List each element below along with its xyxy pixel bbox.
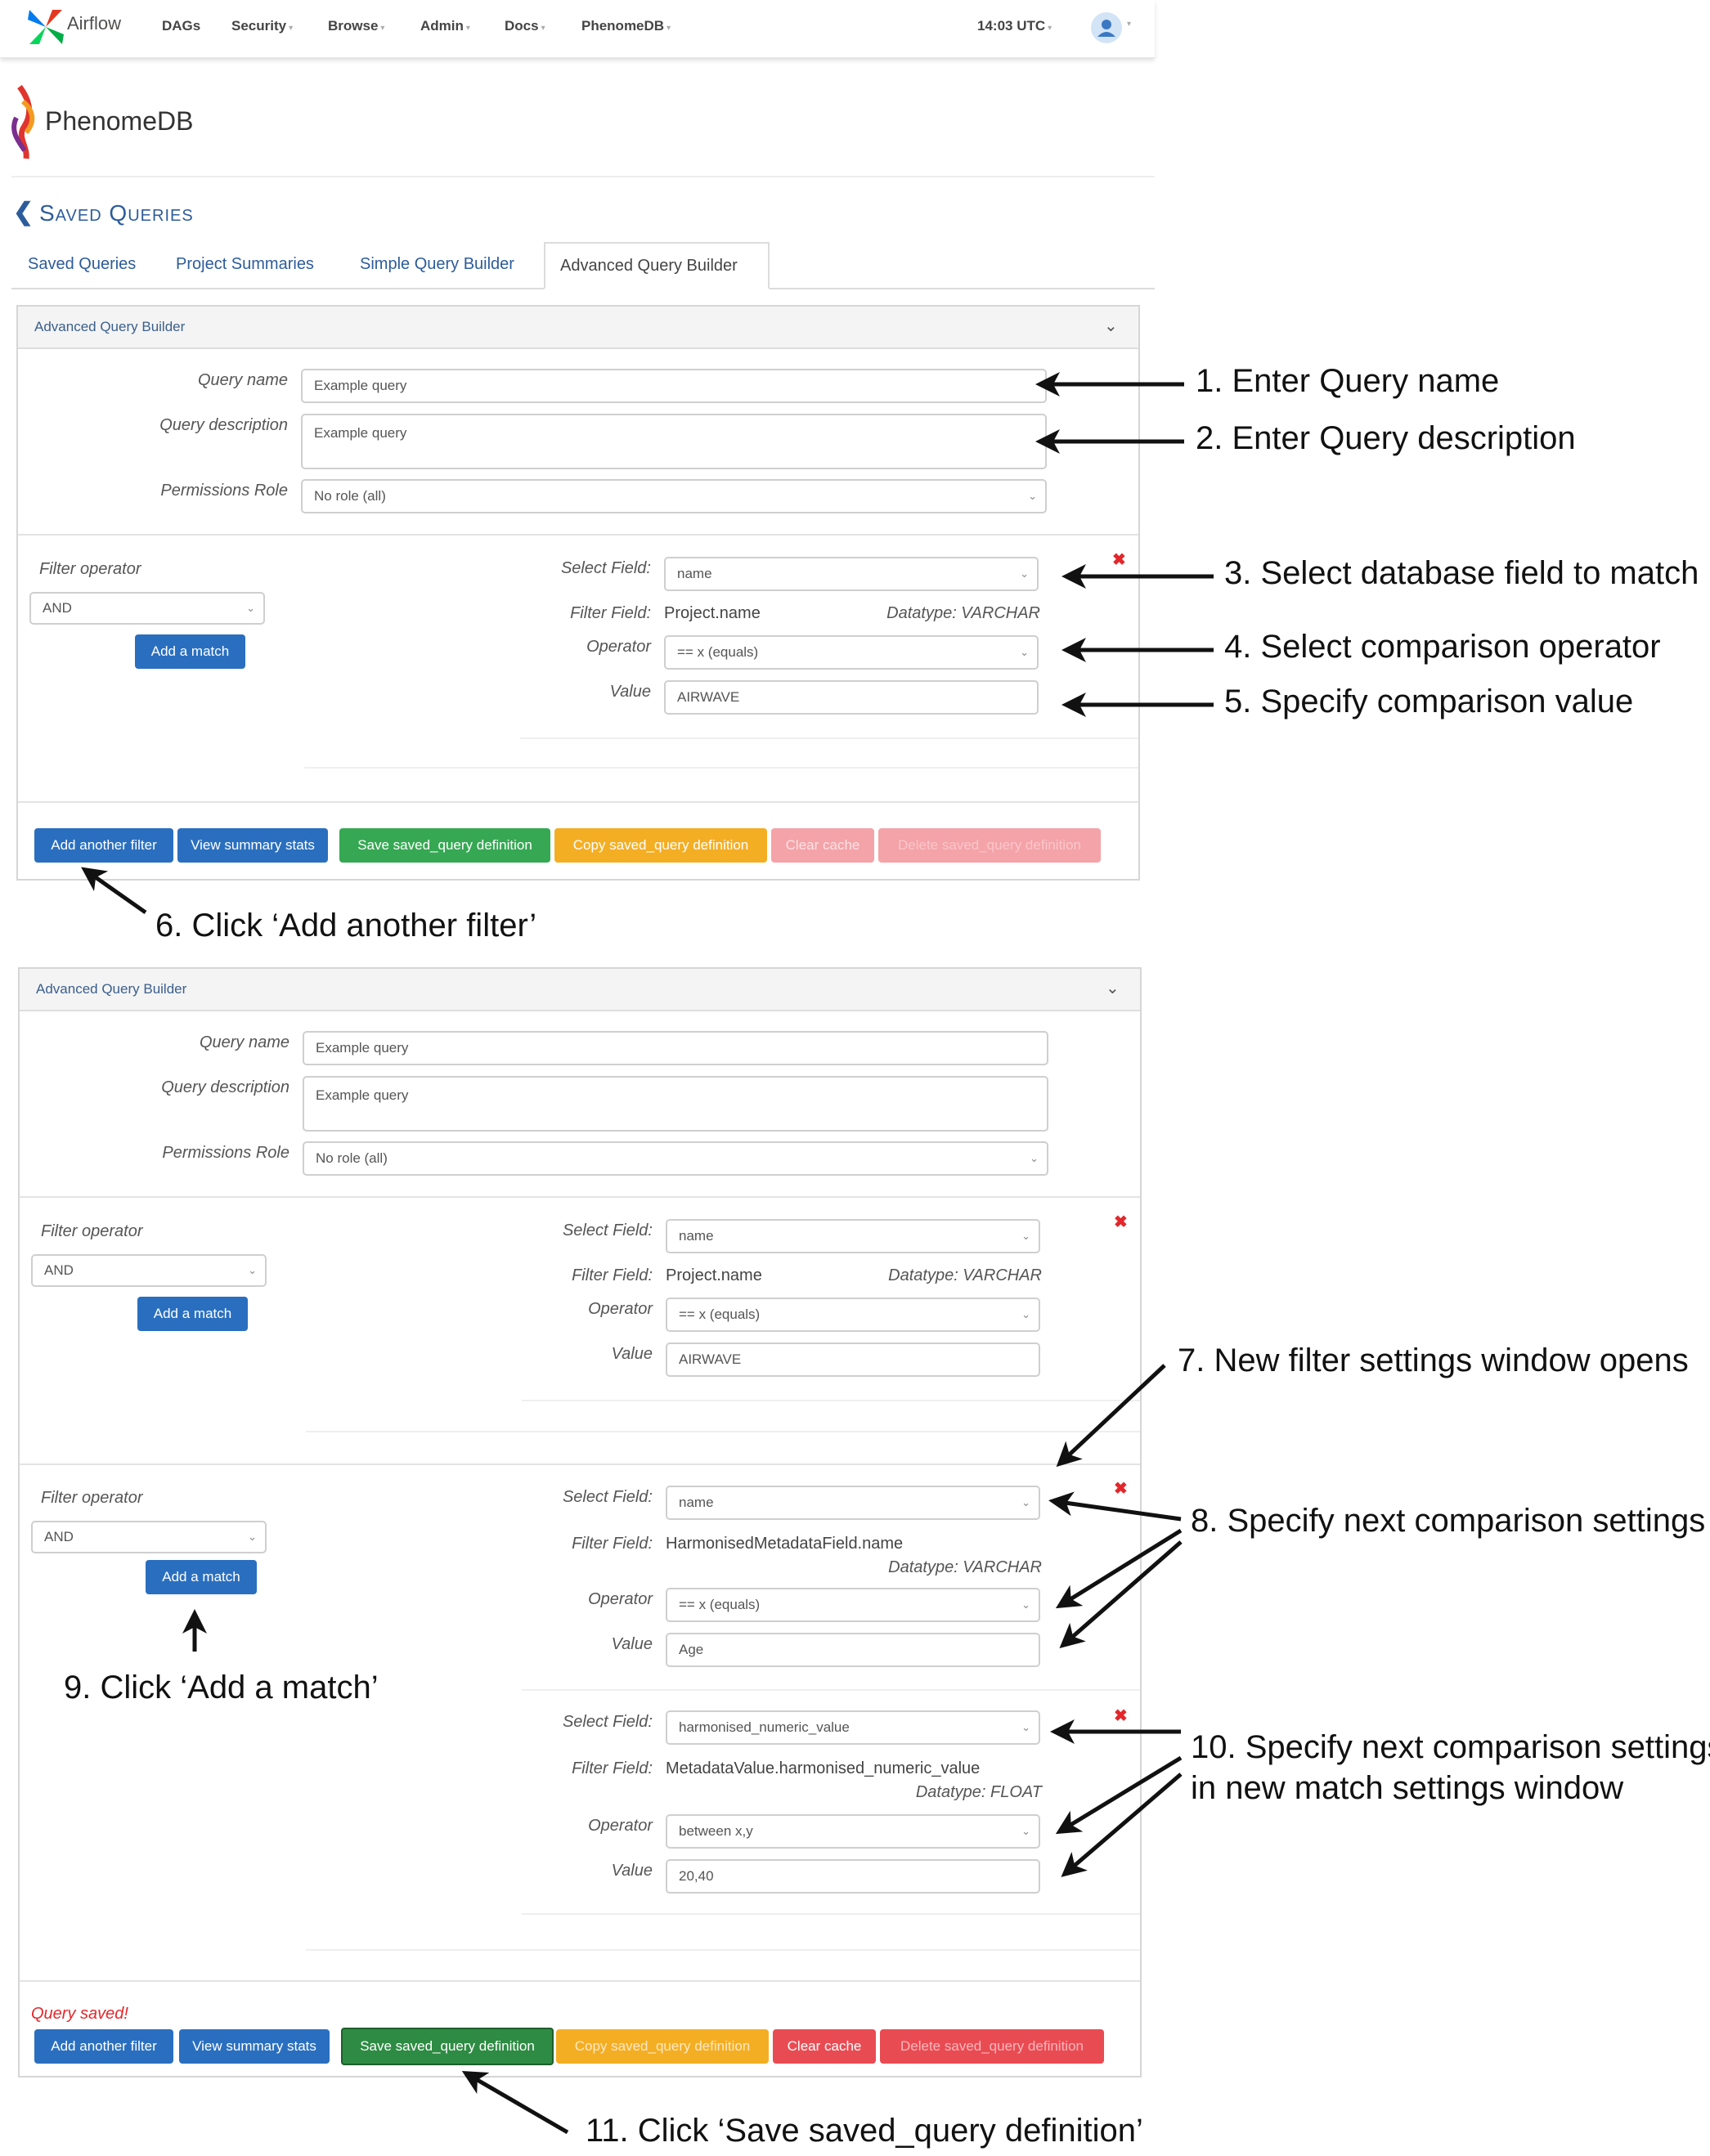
annotation-11: 11. Click ‘Save saved_query definition’	[586, 2113, 1143, 2149]
annotation-10-line2: in new match settings window	[1191, 1770, 1624, 1806]
annotation-4: 4. Select comparison operator	[1224, 629, 1661, 665]
annotation-5: 5. Specify comparison value	[1224, 684, 1634, 719]
annotation-7: 7. New filter settings window opens	[1178, 1342, 1689, 1378]
annotation-arrows	[81, 372, 1214, 2135]
annotation-3: 3. Select database field to match	[1224, 555, 1699, 591]
arrow-10c	[1061, 1773, 1183, 1877]
annotation-2: 2. Enter Query description	[1196, 420, 1576, 456]
arrow-7	[1056, 1364, 1166, 1468]
annotation-10-line1: 10. Specify next comparison settings	[1191, 1729, 1710, 1765]
annotation-8: 8. Specify next comparison settings	[1191, 1503, 1706, 1539]
annotation-9: 9. Click ‘Add a match’	[64, 1670, 379, 1706]
arrow-8a	[1048, 1491, 1182, 1522]
arrow-11	[461, 2070, 569, 2135]
annotation-6: 6. Click ‘Add another filter’	[155, 908, 537, 944]
arrow-6	[81, 867, 147, 915]
arrow-10b	[1055, 1755, 1183, 1835]
annotation-1: 1. Enter Query name	[1196, 363, 1500, 399]
